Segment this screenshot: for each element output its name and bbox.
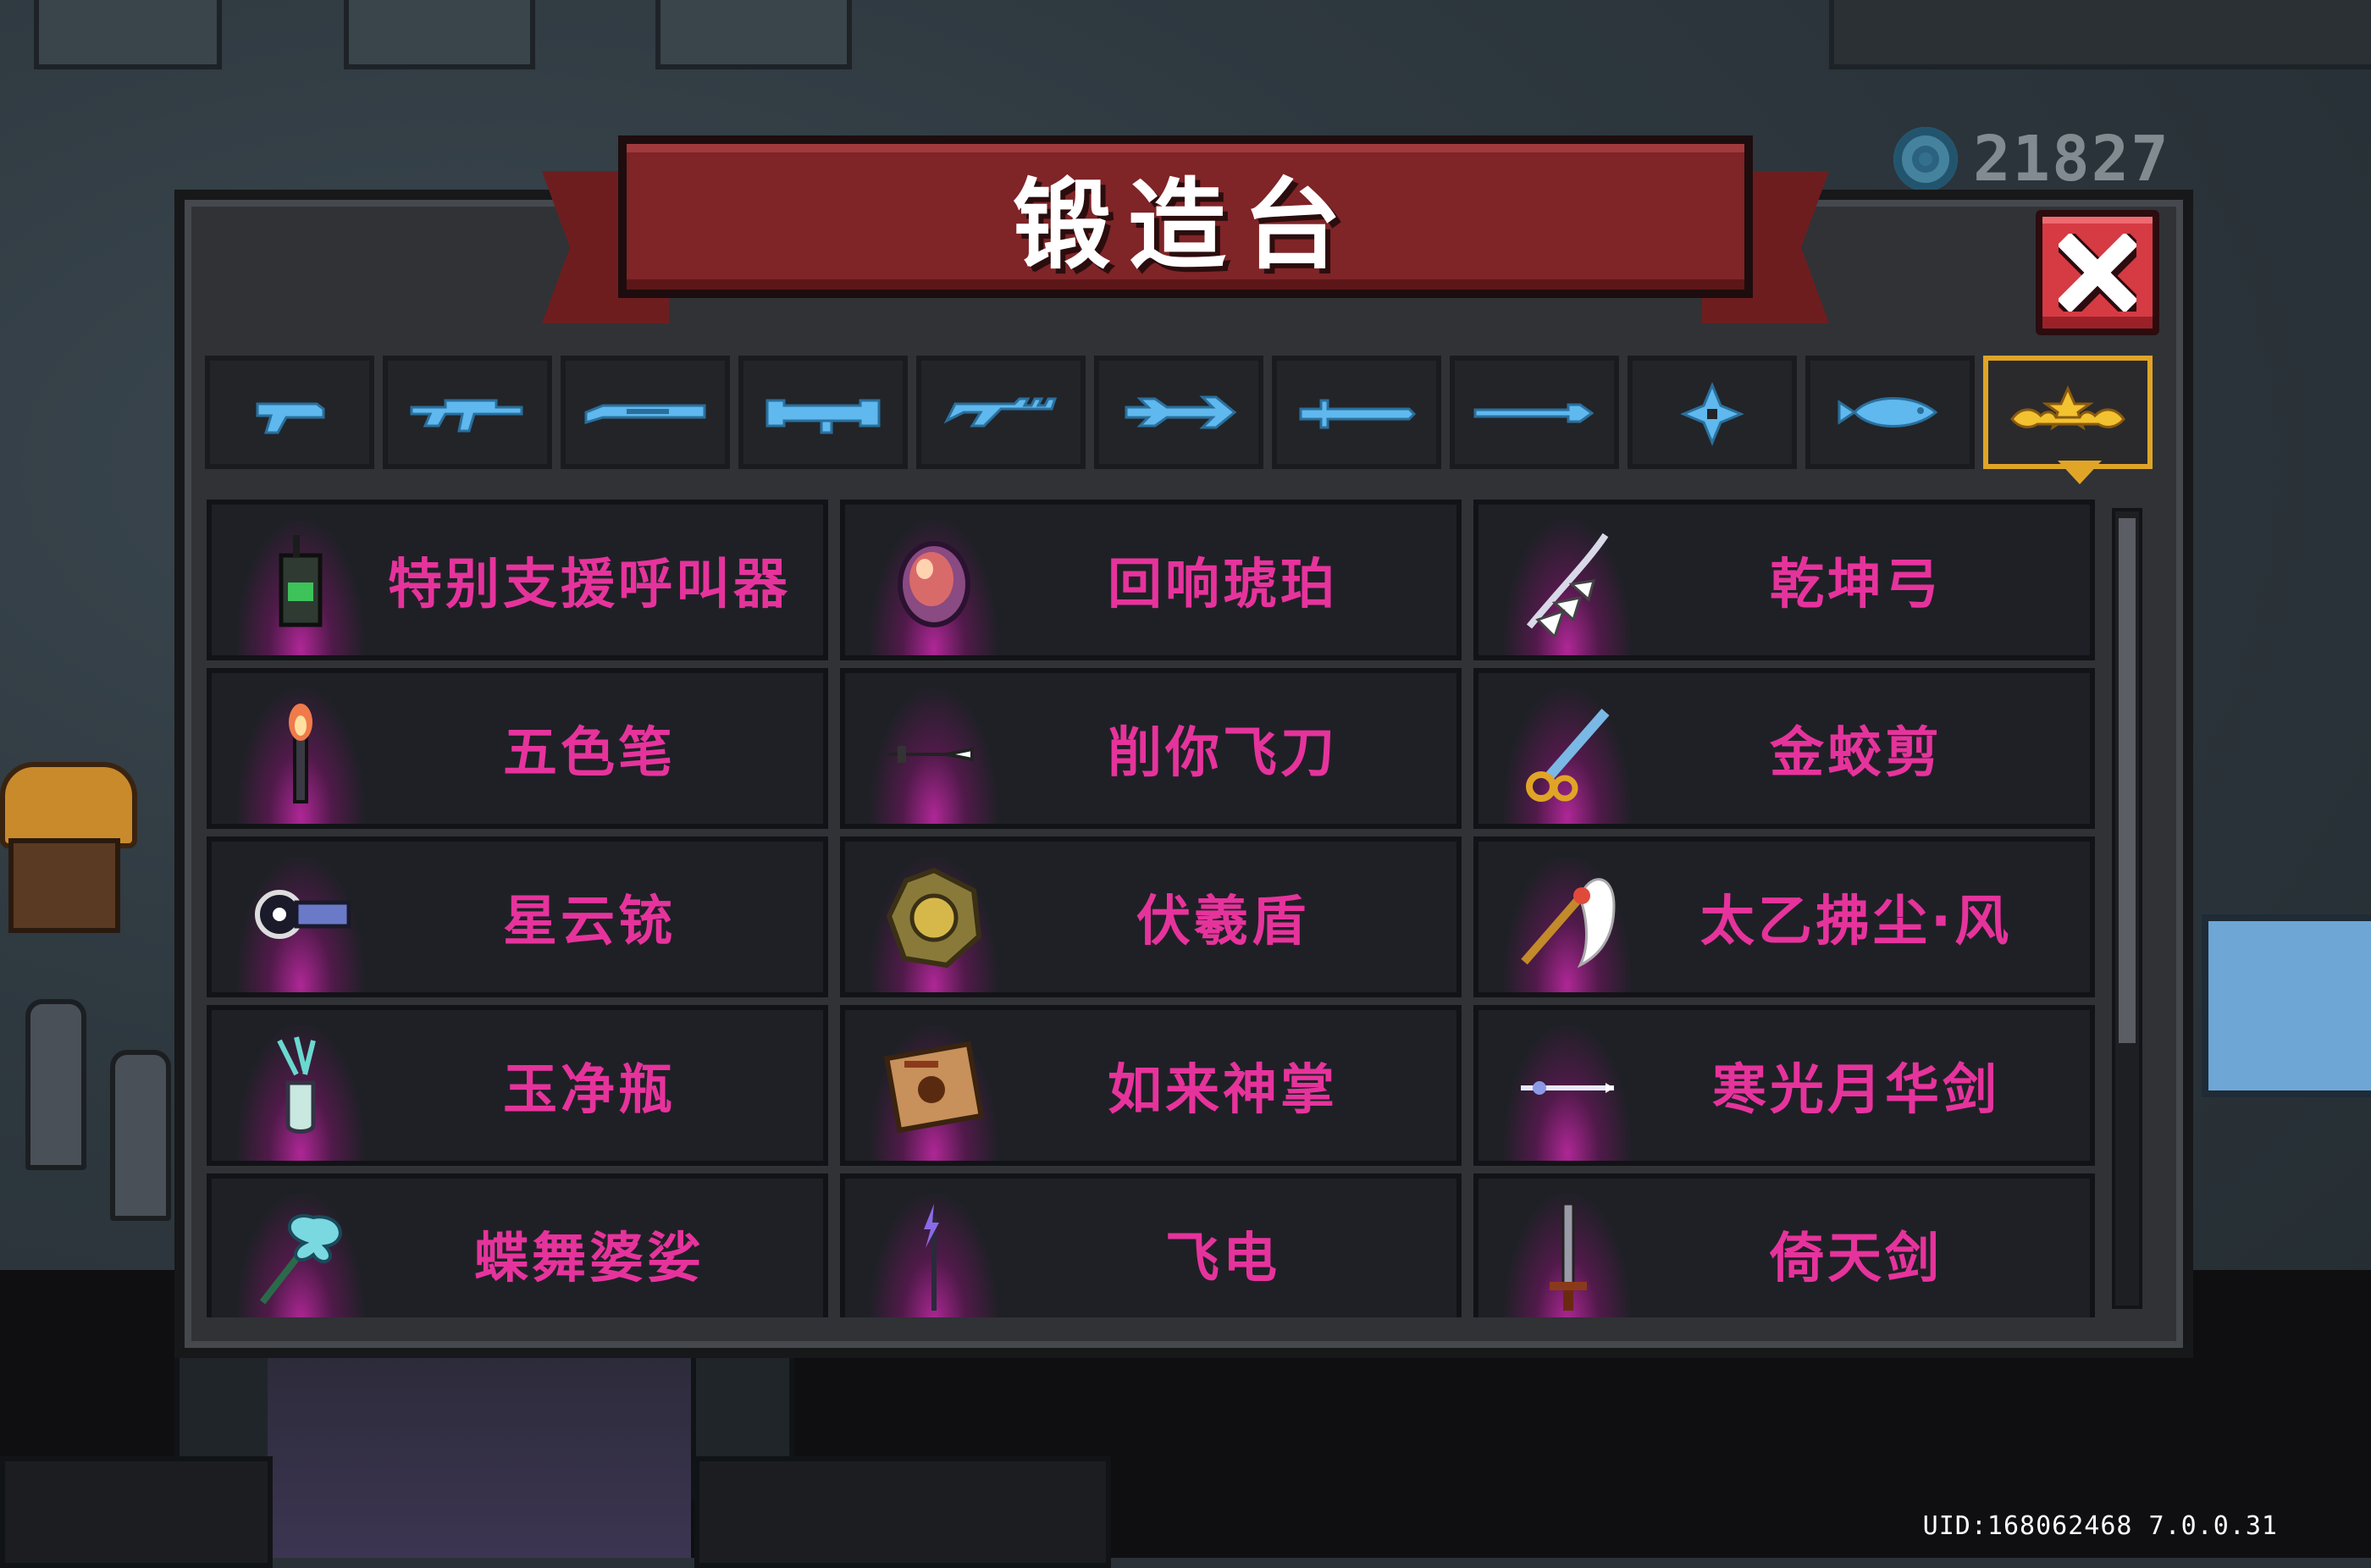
wall-monitor [2202, 914, 2371, 1097]
npc-character [0, 762, 137, 933]
tab-pistol[interactable] [205, 356, 374, 469]
item-name: 飞电 [1165, 1228, 1280, 1290]
golden-scissors-icon [1526, 709, 1610, 802]
item-cell[interactable]: 特别支援呼叫器 [207, 500, 828, 660]
palm-scroll-icon [883, 1041, 985, 1134]
tab-sword[interactable] [1272, 356, 1441, 469]
item-name: 金蛟剪 [1770, 722, 1943, 785]
nebula-gun-icon [255, 890, 351, 939]
item-name: 玉净瓶 [503, 1059, 676, 1122]
item-list-scrollbar[interactable] [2112, 508, 2142, 1309]
item-cell[interactable]: 削你飞刀 [840, 668, 1462, 829]
item-name: 削你飞刀 [1108, 722, 1338, 785]
wall-furniture [344, 0, 535, 69]
item-cell[interactable]: 倚天剑 [1473, 1173, 2095, 1317]
item-list: 特别支援呼叫器 回响琥珀 乾坤弓五色笔 削你飞刀 金蛟剪星云铳 伏羲盾 太乙拂尘·风玉净瓶 如… [207, 500, 2100, 1317]
item-cell[interactable]: 如来神掌 [840, 1005, 1462, 1166]
wall-furniture [655, 0, 852, 69]
item-name: 星云铳 [503, 891, 676, 953]
lightning-spear-icon [924, 1204, 939, 1311]
panel-title: 锻造台 [1013, 168, 1358, 283]
item-cell[interactable]: 乾坤弓 [1473, 500, 2095, 660]
item-name: 寒光月华剑 [1712, 1059, 2000, 1122]
active-tab-pointer-icon [2058, 461, 2102, 484]
heaven-sword-icon [1550, 1202, 1587, 1311]
tab-rocket-launcher[interactable] [738, 356, 908, 469]
tab-shuriken[interactable] [1628, 356, 1797, 469]
item-name: 如来神掌 [1108, 1059, 1338, 1122]
assault-rifle-icon [410, 399, 523, 433]
walkie-talkie-icon [279, 535, 323, 627]
item-name: 倚天剑 [1770, 1228, 1943, 1290]
currency-amount: 21827 [1973, 123, 2170, 196]
laser-gun-icon [943, 397, 1058, 428]
sword-icon [1299, 399, 1417, 429]
item-cell[interactable]: 蝶舞婆娑 [207, 1173, 828, 1317]
floor-block-right [694, 1456, 1111, 1568]
shuriken-icon [1680, 382, 1744, 446]
close-x-icon [2059, 234, 2136, 312]
rocket-launcher-icon [765, 399, 881, 434]
fish-icon [1838, 397, 1938, 428]
wall-furniture [34, 0, 222, 69]
currency-display: 21827 [1893, 123, 2170, 196]
item-cell[interactable]: 玉净瓶 [207, 1005, 828, 1166]
tab-shotgun[interactable] [561, 356, 730, 469]
tab-laser-gun[interactable] [916, 356, 1086, 469]
winged-bow-icon [1526, 533, 1609, 637]
tab-assault-rifle[interactable] [383, 356, 552, 469]
item-name: 回响琥珀 [1108, 554, 1338, 616]
tab-arrow[interactable] [1094, 356, 1263, 469]
item-name: 五色笔 [503, 722, 676, 785]
item-name: 特别支援呼叫器 [388, 554, 791, 616]
close-button[interactable] [2036, 210, 2159, 335]
item-name: 太乙拂尘·风 [1699, 891, 2013, 953]
item-cell[interactable]: 伏羲盾 [840, 836, 1462, 997]
uid-version-label: UID:168062468 7.0.0.31 [1922, 1511, 2278, 1541]
wall-counter [1829, 0, 2371, 69]
amber-gem-icon [898, 541, 970, 627]
weapon-category-tabs [205, 356, 2153, 469]
scrollbar-thumb[interactable] [2119, 518, 2136, 1043]
tab-spear[interactable] [1450, 356, 1619, 469]
jade-vase-icon [277, 1036, 316, 1134]
arrow-icon [1125, 395, 1237, 429]
throwing-knife-icon [887, 746, 974, 763]
moon-sword-icon [1521, 1081, 1614, 1095]
shotgun-icon [584, 404, 706, 425]
whisk-icon [1521, 878, 1616, 969]
tab-legendary[interactable] [1983, 356, 2153, 469]
item-name: 伏羲盾 [1136, 891, 1309, 953]
item-cell[interactable]: 寒光月华剑 [1473, 1005, 2095, 1166]
flame-brush-icon [289, 704, 312, 803]
item-name: 乾坤弓 [1770, 554, 1943, 616]
title-ribbon: 锻造台 [618, 135, 1753, 298]
blue-gem-coin-icon [1893, 127, 1958, 191]
item-cell[interactable]: 星云铳 [207, 836, 828, 997]
gas-cylinder [25, 999, 86, 1170]
item-cell[interactable]: 五色笔 [207, 668, 828, 829]
gas-cylinder [110, 1050, 171, 1221]
item-cell[interactable]: 回响琥珀 [840, 500, 1462, 660]
butterfly-staff-icon [259, 1214, 342, 1305]
item-cell[interactable]: 太乙拂尘·风 [1473, 836, 2095, 997]
floor-block-left [0, 1456, 273, 1568]
tab-fish[interactable] [1805, 356, 1975, 469]
item-name: 蝶舞婆娑 [474, 1228, 705, 1290]
item-cell[interactable]: 飞电 [840, 1173, 1462, 1317]
doorway [268, 1355, 691, 1558]
bagua-shield-icon [886, 867, 982, 969]
item-cell[interactable]: 金蛟剪 [1473, 668, 2095, 829]
star-crown-icon [2010, 385, 2125, 431]
pistol-icon [256, 402, 325, 434]
spear-icon [1473, 403, 1594, 423]
